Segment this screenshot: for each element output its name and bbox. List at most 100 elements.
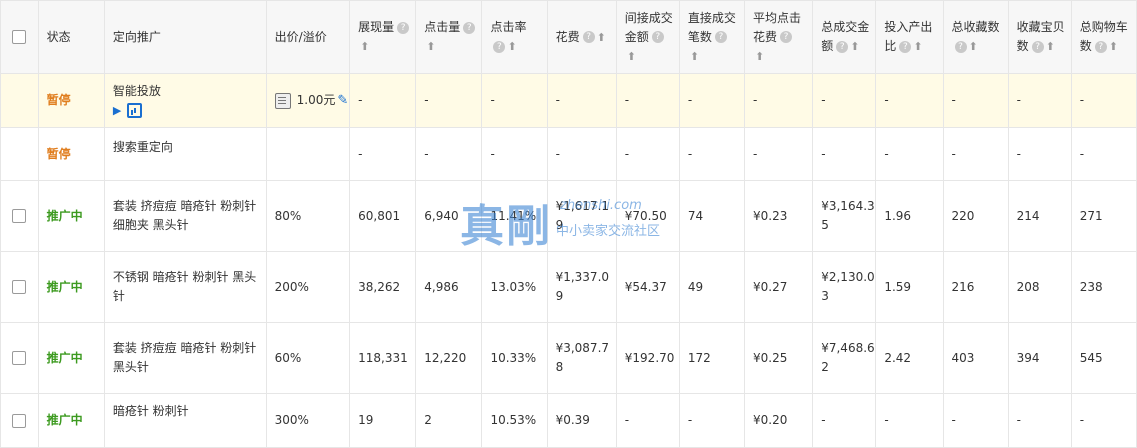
- cell-total-amount: ¥2,130.03: [812, 251, 877, 323]
- row-select-cell: [0, 180, 39, 252]
- sort-arrow-icon[interactable]: ⬆: [755, 47, 764, 66]
- col-fav-items[interactable]: 收藏宝贝数? ⬆: [1007, 0, 1072, 74]
- cell-roi: 1.59: [875, 251, 944, 323]
- help-icon[interactable]: ?: [714, 31, 727, 43]
- bid-cell[interactable]: 60%: [265, 322, 351, 394]
- cell-cost: -: [546, 73, 617, 128]
- sort-arrow-icon[interactable]: ⬆: [360, 37, 369, 56]
- cell-avg-click-cost: ¥0.25: [744, 322, 814, 394]
- col-total-cart[interactable]: 总购物车数? ⬆: [1070, 0, 1137, 74]
- help-icon[interactable]: ?: [651, 31, 664, 43]
- help-icon[interactable]: ?: [397, 21, 410, 34]
- col-clicks[interactable]: 点击量? ⬆: [415, 0, 483, 74]
- col-impressions[interactable]: 展现量? ⬆: [349, 0, 417, 74]
- help-icon[interactable]: ?: [493, 40, 506, 53]
- bid-cell[interactable]: 80%: [265, 180, 351, 252]
- col-direct-count[interactable]: 直接成交笔数? ⬆: [678, 0, 746, 74]
- row-select-cell: [0, 393, 39, 448]
- cell-indirect-amount: -: [615, 393, 680, 448]
- select-all-checkbox[interactable]: [12, 30, 27, 44]
- cell-cost: ¥1,617.19: [546, 180, 617, 252]
- sort-arrow-icon[interactable]: ⬆: [597, 28, 606, 47]
- cell-direct-count: -: [678, 73, 746, 128]
- help-icon[interactable]: ?: [463, 21, 476, 34]
- table-row[interactable]: 暂停 智能投放 ▶ 1.00元 ✎ - - - - - - - - - - - -: [0, 73, 1137, 128]
- help-icon[interactable]: ?: [1094, 40, 1107, 53]
- sort-arrow-icon[interactable]: ⬆: [1046, 37, 1055, 56]
- help-icon[interactable]: ?: [899, 40, 912, 53]
- cell-ctr: 13.03%: [481, 251, 548, 323]
- bid-cell[interactable]: 1.00元 ✎: [265, 73, 351, 128]
- help-icon[interactable]: ?: [582, 31, 595, 43]
- bid-cell[interactable]: 200%: [265, 251, 351, 323]
- status-badge: 推广中: [37, 251, 105, 323]
- col-cost[interactable]: 花费? ⬆: [546, 0, 617, 74]
- table-row[interactable]: 推广中 不锈钢 暗疮针 粉刺针 黑头针 200% 38,262 4,986 13…: [0, 251, 1137, 323]
- row-select-cell: [0, 251, 39, 323]
- cell-direct-count: 49: [678, 251, 746, 323]
- row-select-cell: [0, 73, 39, 128]
- sort-arrow-icon[interactable]: ⬆: [1109, 37, 1118, 56]
- col-ctr-label: 点击率: [490, 20, 527, 34]
- edit-pencil-icon[interactable]: ✎: [337, 93, 348, 108]
- cell-total-cart: 271: [1070, 180, 1137, 252]
- cell-ctr: 10.53%: [481, 393, 548, 448]
- sort-arrow-icon[interactable]: ⬆: [507, 37, 516, 56]
- table-row[interactable]: 推广中 套装 挤痘痘 暗疮针 粉刺针 细胞夹 黑头针 80% 60,801 6,…: [0, 180, 1137, 252]
- sort-arrow-icon[interactable]: ⬆: [690, 47, 699, 66]
- row-select-cell: [0, 322, 39, 394]
- col-roi[interactable]: 投入产出比? ⬆: [875, 0, 944, 74]
- cell-direct-count: 172: [678, 322, 746, 394]
- col-avg-click-cost-label: 平均点击花费: [753, 10, 802, 44]
- cell-indirect-amount: -: [615, 127, 680, 181]
- cell-clicks: 4,986: [415, 251, 483, 323]
- sort-arrow-icon[interactable]: ⬆: [850, 37, 859, 56]
- help-icon[interactable]: ?: [1031, 40, 1044, 53]
- cell-total-fav: 216: [942, 251, 1009, 323]
- cell-cost: ¥1,337.09: [546, 251, 617, 323]
- bid-cell[interactable]: 300%: [265, 393, 351, 448]
- help-icon[interactable]: ?: [954, 40, 967, 53]
- campaign-table: 状态 定向推广 出价/溢价 展现量? ⬆ 点击量? ⬆ 点击率? ⬆ 花费? ⬆ 间接成…: [0, 0, 1137, 448]
- row-checkbox[interactable]: [12, 209, 27, 223]
- cell-total-fav: -: [942, 127, 1009, 181]
- cell-roi: -: [875, 127, 944, 181]
- col-cost-label: 花费: [555, 29, 580, 44]
- cell-total-amount: ¥3,164.35: [812, 180, 877, 252]
- col-total-fav[interactable]: 总收藏数? ⬆: [942, 0, 1009, 74]
- target-cell: 智能投放 ▶: [103, 73, 267, 128]
- help-icon[interactable]: ?: [780, 31, 793, 43]
- col-total-amount[interactable]: 总成交金额? ⬆: [812, 0, 877, 74]
- col-avg-click-cost[interactable]: 平均点击花费? ⬆: [744, 0, 814, 74]
- cell-avg-click-cost: ¥0.23: [744, 180, 814, 252]
- row-checkbox[interactable]: [12, 280, 27, 294]
- cell-cost: -: [546, 127, 617, 181]
- cell-total-amount: -: [812, 393, 877, 448]
- table-header-row: 状态 定向推广 出价/溢价 展现量? ⬆ 点击量? ⬆ 点击率? ⬆ 花费? ⬆ 间接成…: [0, 0, 1137, 74]
- sort-arrow-icon[interactable]: ⬆: [426, 37, 435, 56]
- cell-ctr: -: [481, 127, 548, 181]
- col-ctr[interactable]: 点击率? ⬆: [481, 0, 548, 74]
- row-checkbox[interactable]: [12, 413, 27, 428]
- cell-indirect-amount: ¥192.70: [615, 322, 680, 394]
- cell-impressions: -: [349, 127, 417, 181]
- col-bid: 出价/溢价: [265, 0, 351, 74]
- col-indirect-amount-label: 间接成交金额: [624, 10, 673, 44]
- sort-arrow-icon[interactable]: ⬆: [969, 37, 978, 56]
- table-row[interactable]: 暂停 搜索重定向 - - - - - - - - - - - -: [0, 127, 1137, 181]
- cell-roi: 2.42: [875, 322, 944, 394]
- cell-total-cart: 238: [1070, 251, 1137, 323]
- report-chart-icon[interactable]: [127, 102, 143, 118]
- bid-list-icon[interactable]: [274, 92, 291, 109]
- sort-arrow-icon[interactable]: ⬆: [913, 37, 922, 56]
- cell-total-amount: -: [812, 73, 877, 128]
- table-row[interactable]: 推广中 暗疮针 粉刺针 300% 19 2 10.53% ¥0.39 - - ¥…: [0, 393, 1137, 448]
- row-checkbox[interactable]: [12, 351, 27, 365]
- col-indirect-amount[interactable]: 间接成交金额? ⬆: [615, 0, 680, 74]
- cell-ctr: 11.41%: [481, 180, 548, 252]
- play-icon[interactable]: ▶: [113, 104, 121, 117]
- sort-arrow-icon[interactable]: ⬆: [627, 47, 636, 66]
- table-row[interactable]: 推广中 套装 挤痘痘 暗疮针 粉刺针 黑头针 60% 118,331 12,22…: [0, 322, 1137, 394]
- cell-fav-items: -: [1007, 73, 1072, 128]
- help-icon[interactable]: ?: [836, 40, 849, 53]
